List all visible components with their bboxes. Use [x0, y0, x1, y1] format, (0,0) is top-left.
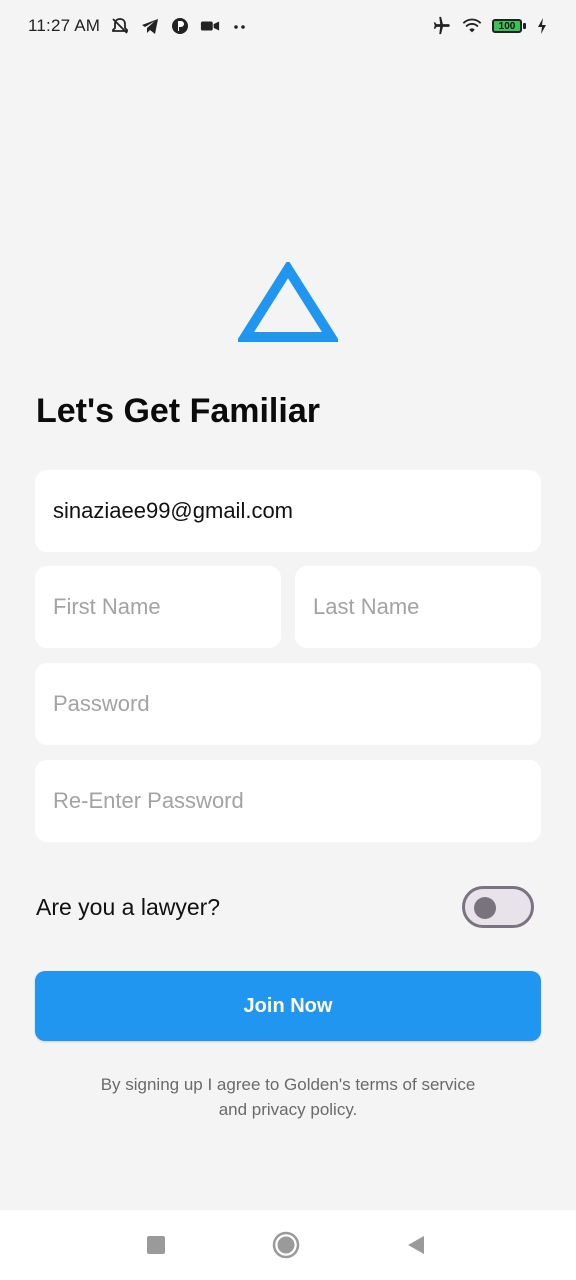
first-name-container	[35, 566, 281, 648]
page-title: Let's Get Familiar	[36, 392, 320, 430]
app-icon	[170, 16, 190, 36]
toggle-knob	[474, 897, 496, 919]
lawyer-label: Are you a lawyer?	[36, 893, 221, 920]
battery-icon: 100	[492, 19, 526, 33]
join-now-button[interactable]: Join Now	[35, 971, 541, 1041]
lawyer-toggle[interactable]	[462, 886, 534, 928]
telegram-icon	[140, 16, 160, 36]
first-name-input[interactable]	[53, 594, 263, 620]
battery-level: 100	[492, 19, 522, 33]
password-container	[35, 663, 541, 745]
status-time: 11:27 AM	[28, 16, 101, 35]
last-name-input[interactable]	[313, 594, 523, 620]
recents-icon[interactable]	[142, 1231, 170, 1259]
triangle-logo-icon	[235, 259, 341, 344]
back-icon[interactable]	[402, 1231, 430, 1259]
status-right: 100	[432, 16, 548, 36]
password-input[interactable]	[53, 691, 523, 717]
email-field[interactable]	[53, 498, 523, 524]
charging-icon	[536, 16, 548, 36]
navigation-bar	[0, 1210, 576, 1280]
terms-line-1: By signing up I agree to Golden's terms …	[100, 1075, 476, 1094]
wifi-icon	[462, 16, 482, 36]
lawyer-row: Are you a lawyer?	[36, 880, 536, 934]
email-field-container	[35, 470, 541, 552]
reenter-password-input[interactable]	[53, 788, 523, 814]
terms-text: By signing up I agree to Golden's terms …	[60, 1072, 516, 1122]
reenter-password-container	[35, 760, 541, 842]
video-camera-icon	[200, 16, 220, 36]
status-bar: 11:27 AM 100	[0, 0, 576, 52]
airplane-icon	[432, 16, 452, 36]
home-icon[interactable]	[272, 1231, 300, 1259]
status-left: 11:27 AM	[28, 16, 250, 36]
more-dots-icon	[230, 16, 250, 36]
terms-line-2: and privacy policy.	[218, 1100, 358, 1119]
mute-vibrate-icon	[110, 16, 130, 36]
last-name-container	[295, 566, 541, 648]
